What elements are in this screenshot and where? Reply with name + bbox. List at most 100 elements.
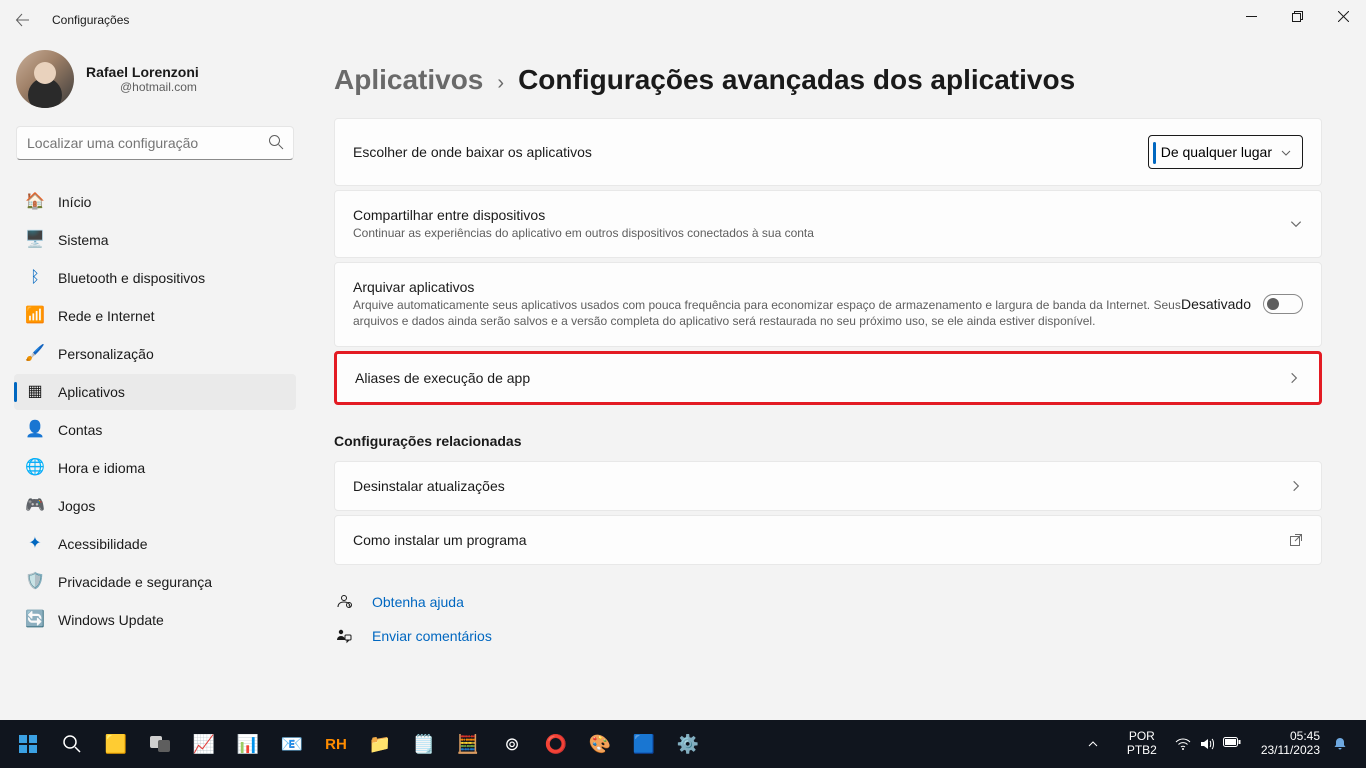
bluetooth-icon: ᛒ xyxy=(26,269,44,287)
nav-item-personalizacao[interactable]: 🖌️ Personalização xyxy=(14,336,296,372)
window-controls xyxy=(1228,0,1366,32)
time-text: 05:45 xyxy=(1261,730,1320,744)
card-label: Como instalar um programa xyxy=(353,532,1289,548)
nav-item-jogos[interactable]: 🎮 Jogos xyxy=(14,488,296,524)
card-label: Arquivar aplicativos xyxy=(353,279,1181,295)
nav-label: Windows Update xyxy=(58,612,164,628)
tb-app-5[interactable]: 🗒️ xyxy=(404,724,444,764)
nav-item-aplicativos[interactable]: ▦ Aplicativos xyxy=(14,374,296,410)
nav-item-sistema[interactable]: 🖥️ Sistema xyxy=(14,222,296,258)
close-icon xyxy=(1338,11,1349,22)
tb-app-3[interactable]: 📊 xyxy=(228,724,268,764)
tb-app-rh[interactable]: RH xyxy=(316,724,356,764)
feedback-icon xyxy=(334,627,354,645)
apps-icon: ▦ xyxy=(26,383,44,401)
feedback-link-row: Enviar comentários xyxy=(334,619,1322,653)
nav-item-windows-update[interactable]: 🔄 Windows Update xyxy=(14,602,296,638)
games-icon: 🎮 xyxy=(26,497,44,515)
nav-label: Jogos xyxy=(58,498,95,514)
card-label: Escolher de onde baixar os aplicativos xyxy=(353,144,1148,160)
tb-app-6[interactable]: ⊚ xyxy=(492,724,532,764)
card-download-source: Escolher de onde baixar os aplicativos D… xyxy=(334,118,1322,186)
accessibility-icon: ✦ xyxy=(26,535,44,553)
tb-app-7[interactable]: 🟦 xyxy=(624,724,664,764)
lang-line1: POR xyxy=(1127,730,1157,744)
start-button[interactable] xyxy=(8,724,48,764)
card-label: Compartilhar entre dispositivos xyxy=(353,207,1289,223)
archive-toggle[interactable] xyxy=(1263,294,1303,314)
nav-label: Sistema xyxy=(58,232,109,248)
nav-item-contas[interactable]: 👤Contas xyxy=(14,412,296,448)
help-icon: ? xyxy=(334,593,354,611)
maximize-button[interactable] xyxy=(1274,0,1320,32)
back-button[interactable] xyxy=(8,5,38,35)
nav-item-acessibilidade[interactable]: ✦Acessibilidade xyxy=(14,526,296,562)
search-input[interactable] xyxy=(16,126,294,160)
breadcrumb-parent[interactable]: Aplicativos xyxy=(334,64,483,96)
chevron-right-icon xyxy=(1289,479,1303,493)
system-tray: POR PTB2 05:45 23/11/2023 xyxy=(1087,730,1358,758)
nav-label: Hora e idioma xyxy=(58,460,145,476)
battery-icon xyxy=(1223,736,1241,752)
tb-app-mail[interactable]: 📧 xyxy=(272,724,312,764)
nav-label: Aplicativos xyxy=(58,384,125,400)
personalize-icon: 🖌️ xyxy=(26,345,44,363)
user-email: @hotmail.com xyxy=(86,80,199,94)
tb-app-chrome[interactable]: ⭕ xyxy=(536,724,576,764)
window-title: Configurações xyxy=(52,13,129,27)
download-source-dropdown[interactable]: De qualquer lugar xyxy=(1148,135,1303,169)
open-external-icon xyxy=(1289,533,1303,547)
close-button[interactable] xyxy=(1320,0,1366,32)
card-label: Aliases de execução de app xyxy=(355,370,1287,386)
send-feedback-link[interactable]: Enviar comentários xyxy=(372,628,492,644)
tb-app-2[interactable]: 📈 xyxy=(184,724,224,764)
nav-label: Bluetooth e dispositivos xyxy=(58,270,205,286)
user-account-block[interactable]: Rafael Lorenzoni @hotmail.com xyxy=(8,40,302,126)
chevron-down-icon xyxy=(1280,147,1292,159)
time-icon: 🌐 xyxy=(26,459,44,477)
nav-label: Personalização xyxy=(58,346,154,362)
language-indicator[interactable]: POR PTB2 xyxy=(1121,730,1163,758)
chevron-up-icon xyxy=(1087,738,1099,750)
card-uninstall-updates[interactable]: Desinstalar atualizações xyxy=(334,461,1322,511)
nav-label: Privacidade e segurança xyxy=(58,574,212,590)
card-share-devices[interactable]: Compartilhar entre dispositivos Continua… xyxy=(334,190,1322,258)
nav-label: Contas xyxy=(58,422,102,438)
search-box xyxy=(16,126,294,160)
notifications-button[interactable] xyxy=(1332,736,1358,752)
search-task-button[interactable] xyxy=(52,724,92,764)
nav-item-rede[interactable]: 📶Rede e Internet xyxy=(14,298,296,334)
nav-label: Rede e Internet xyxy=(58,308,155,324)
card-desc: Continuar as experiências do aplicativo … xyxy=(353,223,1289,241)
tb-app-1[interactable]: 🟨 xyxy=(96,724,136,764)
task-view-button[interactable] xyxy=(140,724,180,764)
chevron-down-icon xyxy=(1289,217,1303,231)
clock-button[interactable]: 05:45 23/11/2023 xyxy=(1253,730,1328,758)
home-icon: 🏠 xyxy=(26,193,44,211)
nav-item-bluetooth[interactable]: ᛒ Bluetooth e dispositivos xyxy=(14,260,296,296)
chevron-right-icon xyxy=(1287,371,1301,385)
get-help-link[interactable]: Obtenha ajuda xyxy=(372,594,464,610)
search-icon xyxy=(62,734,82,754)
tb-app-settings[interactable]: ⚙️ xyxy=(668,724,708,764)
card-install-program[interactable]: Como instalar um programa xyxy=(334,515,1322,565)
update-icon: 🔄 xyxy=(26,611,44,629)
minimize-button[interactable] xyxy=(1228,0,1274,32)
card-app-execution-aliases[interactable]: Aliases de execução de app xyxy=(334,351,1322,405)
tray-overflow-button[interactable] xyxy=(1087,738,1117,750)
nav-item-inicio[interactable]: 🏠Início xyxy=(14,184,296,220)
quick-settings-button[interactable] xyxy=(1167,736,1249,752)
system-icon: 🖥️ xyxy=(26,231,44,249)
tb-app-paint[interactable]: 🎨 xyxy=(580,724,620,764)
nav-item-privacidade[interactable]: 🛡️Privacidade e segurança xyxy=(14,564,296,600)
toggle-state-label: Desativado xyxy=(1181,296,1251,312)
nav-item-hora[interactable]: 🌐 Hora e idioma xyxy=(14,450,296,486)
windows-icon xyxy=(18,734,38,754)
minimize-icon xyxy=(1246,11,1257,22)
related-settings-header: Configurações relacionadas xyxy=(334,433,1322,449)
tb-app-calculator[interactable]: 🧮 xyxy=(448,724,488,764)
help-links: ? Obtenha ajuda Enviar comentários xyxy=(334,585,1322,653)
breadcrumb: Aplicativos › Configurações avançadas do… xyxy=(334,40,1322,118)
lang-line2: PTB2 xyxy=(1127,744,1157,758)
tb-app-explorer[interactable]: 📁 xyxy=(360,724,400,764)
